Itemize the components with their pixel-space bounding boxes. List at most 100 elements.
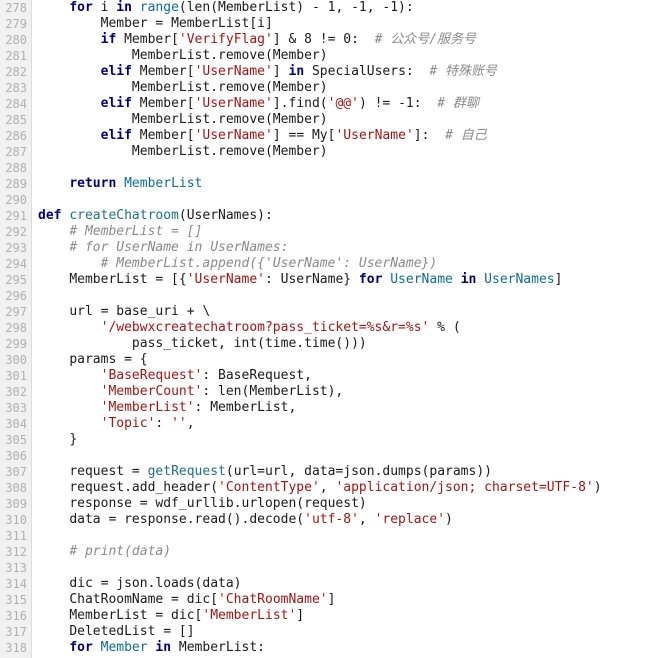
code-line[interactable]: 292 # MemberList = [] bbox=[0, 224, 657, 240]
code-line[interactable]: 309 response = wdf_urllib.urlopen(reques… bbox=[0, 496, 657, 512]
code-line[interactable]: 312 # print(data) bbox=[0, 544, 657, 560]
code-text: pass_ticket, int(time.time())) bbox=[38, 336, 367, 352]
code-line[interactable]: 291 def createChatroom(UserNames): bbox=[0, 208, 657, 224]
code-token: '' bbox=[171, 416, 187, 431]
code-text: Member = MemberList[i] bbox=[38, 16, 273, 32]
code-token: MemberList = dic[ bbox=[69, 608, 203, 623]
code-token: ].find( bbox=[272, 96, 328, 111]
line-number: 280 bbox=[5, 33, 27, 47]
line-number: 301 bbox=[5, 369, 27, 383]
line-number: 303 bbox=[5, 401, 27, 415]
code-line[interactable]: 297 url = base_uri + \ bbox=[0, 304, 657, 320]
code-line[interactable]: 287 MemberList.remove(Member) bbox=[0, 144, 657, 160]
code-line[interactable]: 283 MemberList.remove(Member) bbox=[0, 80, 657, 96]
line-number: 297 bbox=[5, 305, 27, 319]
code-line[interactable]: 304 'Topic': '', bbox=[0, 416, 657, 432]
code-line[interactable]: 281 MemberList.remove(Member) bbox=[0, 48, 657, 64]
code-token: '@@' bbox=[327, 96, 359, 111]
code-line[interactable]: 311 bbox=[0, 528, 657, 544]
code-token: 'MemberList' bbox=[202, 608, 297, 623]
code-line[interactable]: 310 data = response.read().decode('utf-8… bbox=[0, 512, 657, 528]
code-token: Member[ bbox=[131, 128, 195, 143]
code-token: elif bbox=[100, 64, 132, 79]
code-line[interactable]: 299 pass_ticket, int(time.time())) bbox=[0, 336, 657, 352]
code-line[interactable]: 293 # for UserName in UserNames: bbox=[0, 240, 657, 256]
code-token: : BaseRequest, bbox=[202, 368, 312, 383]
line-number: 308 bbox=[5, 481, 27, 495]
code-token: '/webwxcreatechatroom?pass_ticket=%s&r=%… bbox=[100, 320, 430, 335]
code-token: createChatroom bbox=[69, 208, 179, 223]
code-line[interactable]: 318 for Member in MemberList: bbox=[0, 640, 657, 656]
code-line[interactable]: 316 MemberList = dic['MemberList'] bbox=[0, 608, 657, 624]
code-line[interactable]: 296 bbox=[0, 288, 657, 304]
code-line[interactable]: 278 for i in range(len(MemberList) - 1, … bbox=[0, 0, 657, 16]
code-line[interactable]: 294 # MemberList.append({'UserName': Use… bbox=[0, 256, 657, 272]
code-line[interactable]: 295 MemberList = [{'UserName': UserName}… bbox=[0, 272, 657, 288]
code-line[interactable]: 307 request = getRequest(url=url, data=j… bbox=[0, 464, 657, 480]
line-number: 315 bbox=[5, 593, 27, 607]
code-token: Member[ bbox=[131, 64, 195, 79]
code-line[interactable]: 302 'MemberCount': len(MemberList), bbox=[0, 384, 657, 400]
code-line[interactable]: 284 elif Member['UserName'].find('@@') !… bbox=[0, 96, 657, 112]
code-token: UserName bbox=[390, 272, 453, 287]
code-text: request = getRequest(url=url, data=json.… bbox=[38, 464, 492, 480]
code-token: ] & 8 != 0: bbox=[272, 32, 375, 47]
code-token: : bbox=[155, 416, 172, 431]
code-line[interactable]: 315 ChatRoomName = dic['ChatRoomName'] bbox=[0, 592, 657, 608]
code-line[interactable]: 285 MemberList.remove(Member) bbox=[0, 112, 657, 128]
code-token: getRequest bbox=[147, 464, 226, 479]
code-line[interactable]: 289 return MemberList bbox=[0, 176, 657, 192]
code-token: # 公众号/服务号 bbox=[374, 32, 477, 47]
code-token: in bbox=[460, 272, 477, 287]
code-token: dic = json.loads(data) bbox=[69, 576, 242, 591]
code-text: MemberList.remove(Member) bbox=[38, 112, 328, 128]
line-number: 299 bbox=[5, 337, 27, 351]
code-area[interactable]: 278 for i in range(len(MemberList) - 1, … bbox=[0, 0, 657, 656]
code-token: (UserNames): bbox=[178, 208, 273, 223]
code-line[interactable]: 286 elif Member['UserName'] == My['UserN… bbox=[0, 128, 657, 144]
code-line[interactable]: 313 bbox=[0, 560, 657, 576]
line-number: 283 bbox=[5, 81, 27, 95]
code-line[interactable]: 306 bbox=[0, 448, 657, 464]
code-token: # MemberList.append({'UserName': UserNam… bbox=[100, 256, 438, 271]
code-token: # for UserName in UserNames: bbox=[69, 240, 289, 255]
code-token: 'UserName' bbox=[335, 128, 414, 143]
code-line[interactable]: 317 DeletedList = [] bbox=[0, 624, 657, 640]
code-token: url = base_uri + \ bbox=[69, 304, 211, 319]
code-line[interactable]: 314 dic = json.loads(data) bbox=[0, 576, 657, 592]
code-line[interactable]: 305 } bbox=[0, 432, 657, 448]
line-number: 290 bbox=[5, 193, 27, 207]
code-line[interactable]: 279 Member = MemberList[i] bbox=[0, 16, 657, 32]
code-line[interactable]: 303 'MemberList': MemberList, bbox=[0, 400, 657, 416]
line-number: 279 bbox=[5, 17, 27, 31]
code-token: in bbox=[116, 0, 132, 15]
code-line[interactable]: 298 '/webwxcreatechatroom?pass_ticket=%s… bbox=[0, 320, 657, 336]
code-line[interactable]: 300 params = { bbox=[0, 352, 657, 368]
code-token: 'MemberList' bbox=[100, 400, 195, 415]
code-line[interactable]: 290 bbox=[0, 192, 657, 208]
code-line[interactable]: 288 bbox=[0, 160, 657, 176]
code-line[interactable]: 280 if Member['VerifyFlag'] & 8 != 0: # … bbox=[0, 32, 657, 48]
code-token: ] bbox=[272, 64, 289, 79]
code-token: for bbox=[69, 0, 93, 15]
code-line[interactable]: 301 'BaseRequest': BaseRequest, bbox=[0, 368, 657, 384]
code-token: params = { bbox=[69, 352, 148, 367]
code-line[interactable]: 308 request.add_header('ContentType', 'a… bbox=[0, 480, 657, 496]
code-editor[interactable]: 278 for i in range(len(MemberList) - 1, … bbox=[0, 0, 657, 658]
code-token: 'UserName' bbox=[194, 96, 273, 111]
line-number: 309 bbox=[5, 497, 27, 511]
code-text: def createChatroom(UserNames): bbox=[38, 208, 273, 224]
code-line[interactable]: 282 elif Member['UserName'] in SpecialUs… bbox=[0, 64, 657, 80]
code-token: ) bbox=[445, 512, 453, 527]
line-number: 313 bbox=[5, 561, 27, 575]
code-text: 'MemberCount': len(MemberList), bbox=[38, 384, 344, 400]
